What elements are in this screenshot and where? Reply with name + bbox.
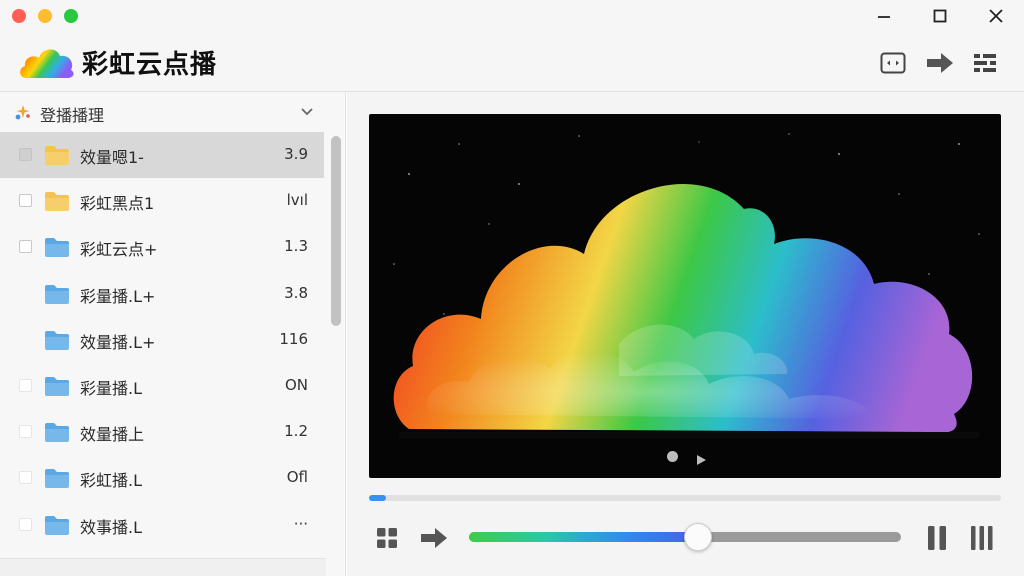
- close-window-button[interactable]: [12, 9, 26, 23]
- list-item[interactable]: 效量播上 1.2: [0, 409, 324, 455]
- zoom-window-button[interactable]: [64, 9, 78, 23]
- item-size: lvıl: [286, 191, 308, 210]
- item-name: 彩虹云点+: [80, 240, 158, 260]
- list-item[interactable]: 效量嗯1- 3.9: [0, 132, 324, 179]
- item-name: 彩虹播.L: [80, 471, 143, 491]
- layout-icon[interactable]: [970, 48, 1000, 78]
- playback-progress-fill: [369, 495, 387, 501]
- list-item[interactable]: 彩虹云点+ 1.3: [0, 224, 324, 270]
- item-size: 1.3: [284, 237, 308, 256]
- list-item[interactable]: 彩虹黑点1 lvıl: [0, 178, 324, 224]
- picture-in-picture-icon[interactable]: [878, 48, 908, 78]
- forward-arrow-icon[interactable]: [925, 48, 955, 78]
- item-checkbox[interactable]: [19, 471, 32, 485]
- close-icon[interactable]: [984, 4, 1008, 28]
- sidebar-header[interactable]: 登播播理: [0, 92, 330, 132]
- folder-icon: [44, 514, 70, 540]
- item-size: 1.2: [284, 422, 308, 441]
- volume-slider-fill: [469, 532, 698, 542]
- next-arrow-icon[interactable]: [419, 524, 449, 552]
- item-size: 3.8: [284, 283, 308, 302]
- item-name: 效量嗯1-: [80, 148, 144, 167]
- equalizer-bars-icon[interactable]: [969, 524, 995, 552]
- item-size: ON: [284, 375, 308, 394]
- title-bar: 彩虹云点播: [0, 0, 1024, 92]
- list-item[interactable]: 彩虹播.L Ofl: [0, 455, 324, 501]
- item-size: Ofl: [286, 468, 308, 487]
- item-checkbox[interactable]: [19, 194, 32, 208]
- item-name: 效量播上: [80, 425, 145, 445]
- folder-icon: [44, 190, 70, 216]
- item-size: 116: [279, 329, 308, 348]
- item-name: 彩量播.L+: [80, 286, 156, 306]
- file-list: 效量嗯1- 3.9 彩虹黑点1 lvıl 彩虹云点+ 1.3 彩量播.L+ 3.8 效量播.L+…: [0, 132, 324, 548]
- item-size: 3.9: [284, 145, 308, 163]
- sidebar-horizontal-scrollbar[interactable]: [0, 558, 326, 576]
- rainbow-cloud-logo-icon: [18, 40, 76, 82]
- item-name: 效事播.L: [80, 517, 143, 537]
- sparkle-icon: [14, 103, 32, 125]
- item-size: ···: [293, 514, 308, 533]
- folder-icon: [44, 375, 70, 401]
- item-checkbox[interactable]: [19, 517, 32, 531]
- play-icon[interactable]: [695, 451, 707, 470]
- folder-icon: [44, 467, 70, 493]
- item-checkbox[interactable]: [19, 240, 32, 254]
- maximize-icon[interactable]: [928, 4, 952, 28]
- item-name: 彩虹黑点1: [80, 194, 155, 214]
- rainbow-cloud-artwork: [393, 133, 980, 438]
- sidebar-title: 登播播理: [40, 106, 105, 125]
- item-checkbox[interactable]: [19, 425, 32, 439]
- grid-icon[interactable]: [375, 524, 399, 552]
- list-item[interactable]: 彩量播.L ON: [0, 363, 324, 409]
- pause-icon[interactable]: [924, 524, 950, 552]
- chevron-down-icon[interactable]: [300, 104, 314, 123]
- folder-icon: [44, 283, 70, 309]
- player-pane: [347, 92, 1024, 576]
- item-checkbox[interactable]: [19, 378, 32, 392]
- item-name: 彩量播.L: [80, 378, 143, 398]
- list-item[interactable]: 效事播.L ···: [0, 502, 324, 548]
- sidebar: 登播播理 效量嗯1- 3.9 彩虹黑点1 lvıl 彩虹云点+ 1.3 彩量播.L+ 3.8 效…: [0, 92, 346, 576]
- folder-icon: [44, 329, 70, 355]
- app-title: 彩虹云点播: [82, 50, 218, 80]
- folder-icon: [44, 144, 70, 170]
- volume-slider-knob[interactable]: [683, 523, 712, 551]
- minimize-window-button[interactable]: [38, 9, 52, 23]
- video-viewport[interactable]: [369, 114, 1001, 478]
- minimize-icon[interactable]: [872, 4, 896, 28]
- item-name: 效量播.L+: [80, 332, 156, 352]
- sidebar-scrollbar-thumb[interactable]: [331, 136, 341, 326]
- video-dot-indicator[interactable]: [667, 451, 678, 462]
- volume-slider[interactable]: [469, 523, 901, 551]
- playback-progress-bar[interactable]: [369, 495, 1001, 501]
- list-item[interactable]: 效量播.L+ 116: [0, 317, 324, 363]
- item-checkbox[interactable]: [19, 148, 32, 161]
- list-item[interactable]: 彩量播.L+ 3.8: [0, 271, 324, 317]
- folder-icon: [44, 236, 70, 262]
- folder-icon: [44, 421, 70, 447]
